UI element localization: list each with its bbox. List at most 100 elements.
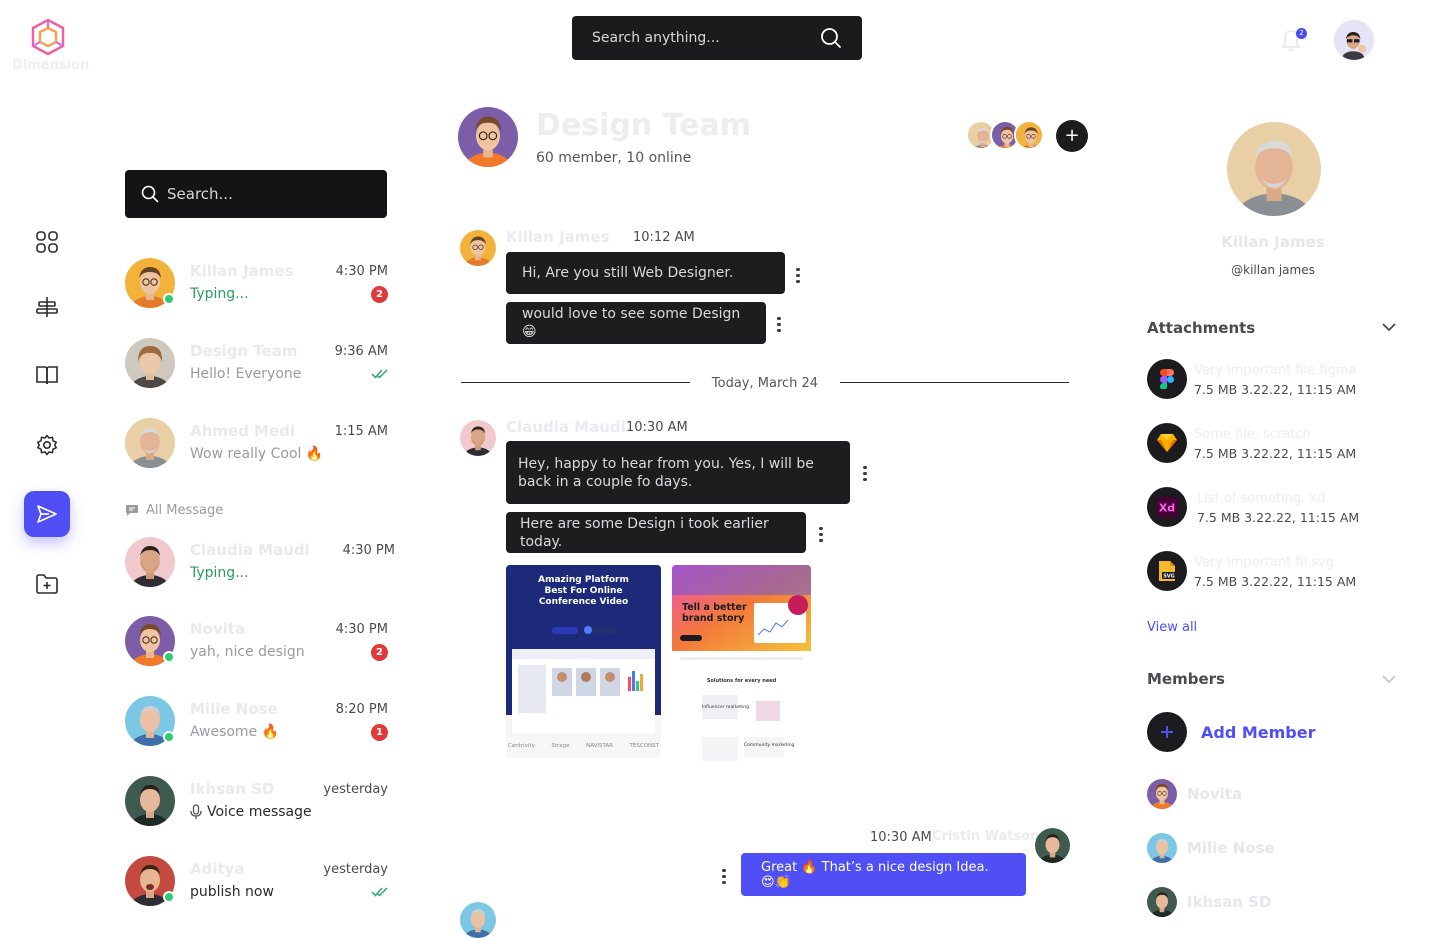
avatar [1147, 779, 1177, 809]
conversation-title: Design Team [536, 108, 751, 143]
chevron-down-icon[interactable] [1381, 322, 1397, 332]
chat-preview: Hello! Everyone [190, 366, 302, 382]
chat-item-aditya[interactable]: Aditya publish now yesterday [125, 856, 395, 914]
attachment-name: List of someting. xd [1197, 491, 1326, 506]
sketch-icon [1147, 423, 1187, 463]
unread-badge: 1 [371, 724, 388, 741]
partner-logo: Centrivity [508, 743, 535, 749]
message-options-icon[interactable] [863, 463, 867, 484]
chat-item-milie-nose[interactable]: Milie Nose Awesome 🔥 8:20 PM 1 [125, 696, 395, 754]
chat-preview: yah, nice design [190, 644, 305, 660]
partner-logo: TESCONST [629, 743, 659, 749]
nav-dashboard[interactable] [24, 219, 70, 265]
member-item[interactable]: Novita [1147, 779, 1242, 809]
avatar [1147, 887, 1177, 917]
double-check-icon [371, 887, 388, 897]
notifications-button[interactable]: 2 [1280, 28, 1307, 52]
nav-settings[interactable] [24, 422, 70, 468]
attachment-meta: 7.5 MB 3.22.22, 11:15 AM [1194, 574, 1357, 589]
attachment-name: Very important fil.svg [1194, 555, 1335, 570]
message-icon [126, 505, 138, 516]
chat-item-ikhsan-sd[interactable]: Ikhsan SD Voice message yesterday [125, 776, 395, 834]
global-search-input[interactable] [592, 30, 792, 46]
member-avatar-stack[interactable] [966, 120, 1046, 152]
chat-name: Design Team [190, 342, 298, 360]
chat-item-ahmed-medi[interactable]: Ahmed Medi Wow really Cool 🔥 1:15 AM [125, 418, 395, 476]
avatar [125, 776, 175, 826]
add-participant-button[interactable]: + [1056, 120, 1088, 152]
message-avatar [460, 230, 496, 266]
global-search[interactable] [572, 16, 862, 60]
svg-text:Xd: Xd [1159, 502, 1175, 515]
avatar [1147, 833, 1177, 863]
attachments-title: Attachments [1147, 319, 1256, 337]
svg-file-icon: SVG [1147, 551, 1187, 591]
chat-preview: Wow really Cool 🔥 [190, 446, 324, 462]
image-headline: Amazing Platform Best For Online Confere… [538, 575, 629, 607]
image-item: Community marketing [744, 743, 795, 748]
notification-badge: 2 [1296, 28, 1307, 39]
nav-messages[interactable] [24, 491, 70, 537]
cube-logo-icon [31, 18, 65, 56]
image-headline: Tell a better brand story [682, 602, 747, 624]
attachment-item[interactable]: Very important file.figma 7.5 MB 3.22.22… [1147, 359, 1387, 401]
message-options-icon[interactable] [722, 866, 726, 887]
member-item[interactable]: Ikhsan SD [1147, 887, 1271, 917]
message-options-icon[interactable] [796, 265, 800, 286]
message-bubble[interactable]: would love to see some Design 😁 [506, 302, 766, 344]
brand-logo[interactable]: Dimension [12, 18, 90, 73]
xd-icon: Xd [1147, 487, 1187, 527]
message-options-icon[interactable] [777, 314, 781, 335]
plus-icon [1147, 712, 1187, 752]
chat-item-killan-james[interactable]: Killan James Typing... 4:30 PM 2 [125, 258, 395, 316]
chat-search[interactable] [125, 170, 387, 218]
nav-files[interactable] [24, 561, 70, 607]
attachment-item[interactable]: SVG Very important fil.svg 7.5 MB 3.22.2… [1147, 551, 1387, 593]
send-icon [37, 505, 57, 523]
attachment-meta: 7.5 MB 3.22.22, 11:15 AM [1194, 382, 1357, 397]
message-options-icon[interactable] [819, 524, 823, 545]
chat-name: Ahmed Medi [190, 422, 296, 440]
online-indicator [163, 891, 175, 903]
chat-time: 8:20 PM [335, 702, 388, 717]
brand-name: Dimension [12, 58, 90, 73]
message-bubble-outgoing[interactable]: Great 🔥 That’s a nice design Idea. 😍👏 [741, 853, 1026, 896]
chat-preview: Awesome 🔥 [190, 724, 280, 740]
chat-name: Aditya [190, 860, 245, 878]
add-member-button[interactable]: Add Member [1147, 712, 1316, 752]
svg-text:SVG: SVG [1163, 574, 1175, 580]
member-item[interactable]: Milie Nose [1147, 833, 1275, 863]
chat-item-design-team[interactable]: Design Team Hello! Everyone 9:36 AM [125, 338, 395, 396]
image-item: Influencer marketing [702, 705, 749, 710]
message-bubble[interactable]: Hi, Are you still Web Designer. [506, 252, 785, 294]
chat-search-input[interactable] [167, 185, 367, 203]
avatar [1014, 120, 1044, 150]
chat-item-claudia-maudi[interactable]: Claudia Maudi Typing... 4:30 PM [125, 537, 395, 595]
nav-layout[interactable] [24, 284, 70, 330]
chat-name: Killan James [190, 262, 294, 280]
unread-badge: 2 [371, 644, 388, 661]
chat-item-novita[interactable]: Novita yah, nice design 4:30 PM 2 [125, 616, 395, 674]
chat-time: 1:15 AM [334, 424, 388, 439]
profile-avatar [1227, 122, 1321, 216]
message-bubble[interactable]: Hey, happy to hear from you. Yes, I will… [506, 441, 850, 504]
gear-icon [36, 434, 58, 456]
image-attachment-conference[interactable]: Amazing Platform Best For Online Confere… [506, 565, 661, 758]
nav-library[interactable] [24, 352, 70, 398]
divider-line [840, 382, 1069, 383]
view-all-link[interactable]: View all [1147, 620, 1197, 635]
image-attachment-brand[interactable]: Tell a better brand story Solutions for … [672, 565, 811, 771]
chevron-down-icon[interactable] [1381, 674, 1397, 684]
chat-name: Ikhsan SD [190, 780, 275, 798]
members-title: Members [1147, 670, 1225, 688]
message-sender: Cristin Watson [932, 829, 1040, 844]
chat-preview: Typing... [190, 286, 249, 302]
attachment-item[interactable]: Xd List of someting. xd 7.5 MB 3.22.22, … [1147, 487, 1387, 529]
message-bubble[interactable]: Here are some Design i took earlier toda… [506, 512, 806, 553]
chat-time: 9:36 AM [334, 344, 388, 359]
search-icon[interactable] [820, 27, 842, 49]
user-avatar[interactable] [1334, 20, 1374, 60]
attachment-item[interactable]: Some file. scratch 7.5 MB 3.22.22, 11:15… [1147, 423, 1387, 465]
divider-line [461, 382, 690, 383]
attachment-meta: 7.5 MB 3.22.22, 11:15 AM [1194, 446, 1357, 461]
